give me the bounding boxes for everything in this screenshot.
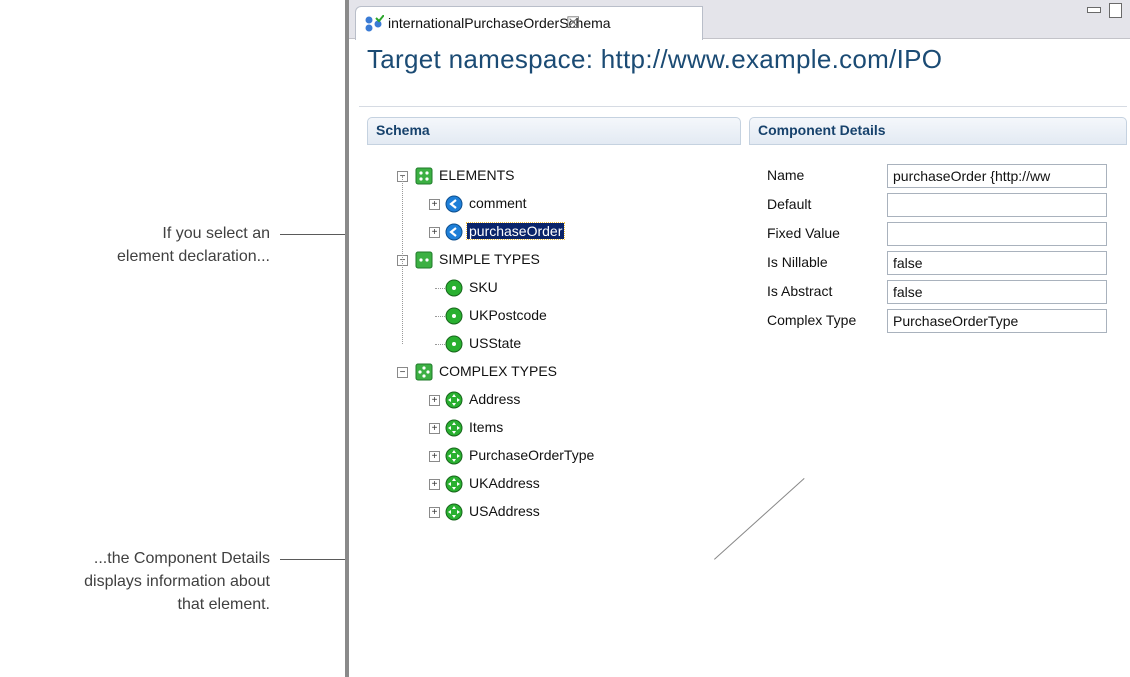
schema-section-header[interactable]: Schema — [367, 117, 741, 145]
prop-label: Default — [767, 196, 812, 212]
tree-item-label: PurchaseOrderType — [469, 447, 595, 463]
tree-connector — [435, 344, 445, 345]
prop-label: Fixed Value — [767, 225, 840, 241]
expand-icon[interactable]: + — [429, 423, 440, 434]
prop-value-field[interactable] — [887, 193, 1107, 217]
prop-value-field[interactable]: PurchaseOrderType — [887, 309, 1107, 333]
prop-value-field[interactable]: false — [887, 251, 1107, 275]
complex-type-icon — [445, 475, 463, 493]
tree-group-label: COMPLEX TYPES — [439, 363, 558, 379]
page-title: Target namespace: http://www.example.com… — [367, 44, 943, 74]
maximize-icon[interactable] — [1109, 3, 1122, 18]
complex-type-icon — [445, 419, 463, 437]
complex-type-group-icon — [415, 363, 433, 381]
callout-line-5: that element. — [177, 596, 271, 613]
tree-group-label: SIMPLE TYPES — [439, 251, 540, 267]
tree-item-label: Address — [469, 391, 521, 407]
component-details-header[interactable]: Component Details — [749, 117, 1127, 145]
tree-item-label: UKAddress — [469, 475, 540, 491]
simple-type-icon — [445, 279, 463, 297]
prop-value-field[interactable]: false — [887, 280, 1107, 304]
tree-connector — [402, 176, 403, 344]
component-details-heading: Component Details — [758, 122, 886, 138]
callout-select-element: If you select an element declaration... — [20, 222, 270, 268]
close-icon[interactable]: ☒ — [566, 13, 580, 33]
callout-line-2: element declaration... — [117, 248, 270, 265]
element-group-icon — [415, 167, 433, 185]
minimize-icon[interactable] — [1087, 7, 1101, 13]
callout-line-3: ...the Component Details — [93, 550, 270, 567]
prop-label: Name — [767, 167, 805, 183]
simple-type-icon — [445, 307, 463, 325]
tree-item-label: SKU — [469, 279, 498, 295]
tree-item-label: UKPostcode — [469, 307, 547, 323]
schema-icon — [365, 15, 384, 32]
schema-heading: Schema — [376, 122, 430, 138]
expand-icon[interactable]: + — [429, 507, 440, 518]
tree-item-label: comment — [469, 195, 527, 211]
prop-label: Is Nillable — [767, 254, 828, 270]
complex-type-icon — [445, 503, 463, 521]
element-icon — [445, 223, 463, 241]
leader-diagonal — [714, 478, 805, 560]
schema-editor: internationalPurchaseOrderSchema ☒ Targe… — [345, 0, 1130, 677]
prop-label: Is Abstract — [767, 283, 833, 299]
tree-group-label: ELEMENTS — [439, 167, 515, 183]
callout-line-1: If you select an — [162, 225, 270, 242]
tab-bar: internationalPurchaseOrderSchema ☒ — [349, 0, 1130, 40]
expand-icon[interactable]: + — [429, 199, 440, 210]
expand-icon[interactable]: + — [429, 451, 440, 462]
callout-component-details: ...the Component Details displays inform… — [0, 547, 270, 616]
prop-value-field[interactable]: purchaseOrder {http://ww — [887, 164, 1107, 188]
prop-label: Complex Type — [767, 312, 857, 328]
prop-value-field[interactable] — [887, 222, 1107, 246]
tree-item-label: USAddress — [469, 503, 540, 519]
tree-item-label: Items — [469, 419, 504, 435]
collapse-icon[interactable]: − — [397, 367, 408, 378]
tree-item-label: USState — [469, 335, 522, 351]
expand-icon[interactable]: + — [429, 479, 440, 490]
complex-type-icon — [445, 391, 463, 409]
expand-icon[interactable]: + — [429, 395, 440, 406]
tree-item-label: purchaseOrder — [465, 222, 566, 240]
simple-type-group-icon — [415, 251, 433, 269]
element-icon — [445, 195, 463, 213]
tab-schema-editor[interactable]: internationalPurchaseOrderSchema ☒ — [355, 6, 703, 40]
tree-connector — [435, 288, 445, 289]
divider — [359, 106, 1127, 107]
expand-icon[interactable]: + — [429, 227, 440, 238]
simple-type-icon — [445, 335, 463, 353]
complex-type-icon — [445, 447, 463, 465]
tree-connector — [435, 316, 445, 317]
callout-line-4: displays information about — [84, 573, 270, 590]
